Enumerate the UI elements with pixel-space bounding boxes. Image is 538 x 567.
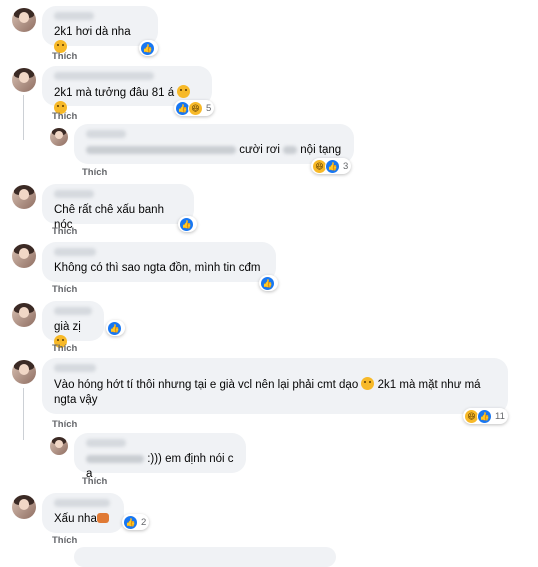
like-link[interactable]: Thích bbox=[52, 419, 77, 430]
like-link[interactable]: Thích bbox=[52, 51, 77, 62]
hands-icon bbox=[96, 513, 109, 523]
comment-bubble-partial bbox=[74, 547, 336, 567]
reaction-count: 3 bbox=[343, 160, 349, 172]
commenter-name-blurred[interactable] bbox=[86, 130, 126, 138]
avatar[interactable] bbox=[12, 244, 36, 268]
commenter-name-blurred[interactable] bbox=[54, 499, 110, 507]
blurred-word bbox=[283, 145, 298, 154]
like-reaction-icon: 👍 bbox=[123, 514, 138, 530]
commenter-name-blurred[interactable] bbox=[54, 248, 96, 256]
like-reaction-icon: 👍 bbox=[325, 158, 340, 174]
comment-text: 2k1 mà tưởng đâu 81 á bbox=[54, 87, 175, 99]
reaction-count: 11 bbox=[495, 410, 505, 422]
commenter-name-blurred[interactable] bbox=[54, 364, 96, 372]
comment-text-end: nội tạng bbox=[300, 144, 342, 156]
reaction-summary[interactable]: 😆 👍 11 bbox=[463, 408, 508, 424]
comment-text: 2k1 hơi dà nha bbox=[54, 26, 131, 38]
like-reaction-icon: 👍 bbox=[260, 275, 275, 291]
reply-thread-line bbox=[23, 95, 24, 140]
comment-bubble: già zị bbox=[42, 301, 104, 348]
comment-text-cont: 2k1 mà mặt như má bbox=[377, 379, 481, 391]
reaction-summary[interactable]: 😆 👍 3 bbox=[311, 158, 352, 174]
avatar[interactable] bbox=[12, 8, 36, 32]
sad-face-icon bbox=[361, 377, 375, 390]
avatar[interactable] bbox=[12, 303, 36, 327]
haha-reaction-icon: 😆 bbox=[188, 100, 203, 116]
avatar[interactable] bbox=[12, 68, 36, 92]
grin-face-icon bbox=[177, 85, 191, 98]
tagged-name-blurred[interactable] bbox=[86, 145, 236, 154]
reaction-count: 2 bbox=[141, 516, 147, 528]
reaction-summary[interactable]: 👍 bbox=[178, 216, 197, 232]
comment-bubble: cười rơi nội tạng bbox=[74, 124, 354, 164]
reaction-summary[interactable]: 👍 bbox=[259, 275, 278, 291]
like-reaction-icon: 👍 bbox=[107, 320, 122, 336]
like-link[interactable]: Thích bbox=[82, 476, 107, 487]
reply-thread-line bbox=[23, 388, 24, 440]
like-reaction-icon: 👍 bbox=[140, 40, 155, 56]
commenter-name-blurred[interactable] bbox=[54, 190, 94, 198]
reaction-summary[interactable]: 👍 bbox=[139, 40, 158, 56]
comment-bubble: Chê rất chê xấu banh nóc bbox=[42, 184, 194, 231]
comment-bubble: :))) em định nói c ạ bbox=[74, 433, 246, 480]
comment-bubble: Không có thì sao ngta đồn, mình tin cđm bbox=[42, 242, 276, 282]
avatar[interactable] bbox=[12, 185, 36, 209]
avatar[interactable] bbox=[12, 495, 36, 519]
like-reaction-icon: 👍 bbox=[179, 216, 194, 232]
like-link[interactable]: Thích bbox=[52, 535, 77, 546]
avatar[interactable] bbox=[12, 360, 36, 384]
reaction-summary[interactable]: 👍 😆 5 bbox=[174, 100, 215, 116]
like-link[interactable]: Thích bbox=[52, 226, 77, 237]
like-reaction-icon: 👍 bbox=[477, 408, 492, 424]
commenter-name-blurred[interactable] bbox=[54, 12, 94, 20]
like-link[interactable]: Thích bbox=[82, 167, 107, 178]
comment-text: cười rơi bbox=[239, 144, 280, 156]
like-link[interactable]: Thích bbox=[52, 111, 77, 122]
reaction-summary[interactable]: 👍 2 bbox=[122, 514, 150, 530]
comment-text: già zị bbox=[54, 321, 81, 333]
like-link[interactable]: Thích bbox=[52, 343, 77, 354]
comment-text: Không có thì sao ngta đồn, mình tin cđm bbox=[54, 262, 261, 274]
comment-text: Xấu nha bbox=[54, 513, 97, 525]
like-link[interactable]: Thích bbox=[52, 284, 77, 295]
tagged-name-blurred[interactable] bbox=[86, 454, 144, 463]
avatar[interactable] bbox=[50, 437, 68, 455]
commenter-name-blurred[interactable] bbox=[54, 72, 154, 80]
commenter-name-blurred[interactable] bbox=[86, 439, 126, 447]
commenter-name-blurred[interactable] bbox=[54, 307, 92, 315]
comment-bubble: Xấu nha bbox=[42, 493, 124, 533]
comment-bubble: 2k1 hơi dà nha bbox=[42, 6, 158, 53]
reaction-summary[interactable]: 👍 bbox=[106, 320, 125, 336]
reaction-count: 5 bbox=[206, 102, 212, 114]
avatar[interactable] bbox=[50, 128, 68, 146]
comment-text: Vào hóng hớt tí thôi nhưng tại e già vcl… bbox=[54, 379, 359, 391]
comment-text-line2: ngta vậy bbox=[54, 394, 98, 406]
comment-bubble: Vào hóng hớt tí thôi nhưng tại e già vcl… bbox=[42, 358, 508, 414]
